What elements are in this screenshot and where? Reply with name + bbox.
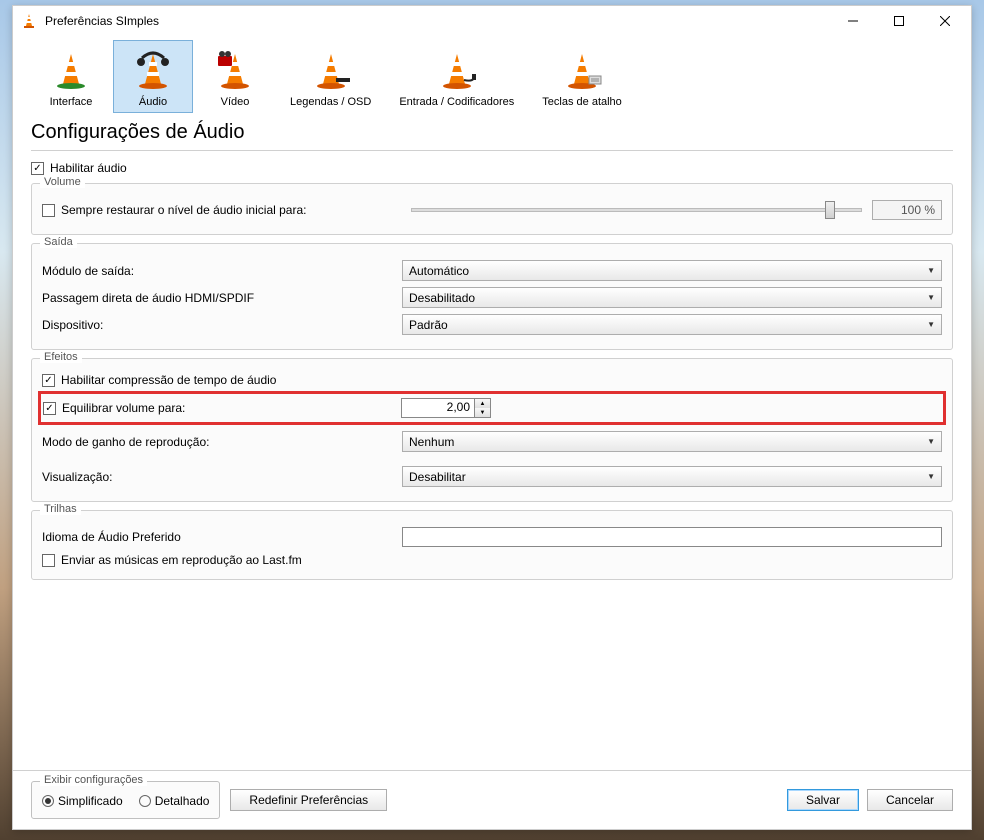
show-settings-group: Exibir configurações Simplificado Detalh… xyxy=(31,781,220,819)
tab-label: Entrada / Codificadores xyxy=(399,96,514,108)
tab-hotkeys[interactable]: Teclas de atalho xyxy=(529,40,635,113)
output-module-label: Módulo de saída: xyxy=(42,264,402,278)
visualization-dropdown[interactable]: Desabilitar xyxy=(402,466,942,487)
visualization-label: Visualização: xyxy=(42,470,402,484)
passthrough-dropdown[interactable]: Desabilitado xyxy=(402,287,942,308)
video-cone-icon xyxy=(211,47,259,95)
group-title: Trilhas xyxy=(40,503,81,515)
lastfm-label: Enviar as músicas em reprodução ao Last.… xyxy=(61,553,302,567)
device-dropdown[interactable]: Padrão xyxy=(402,314,942,335)
titlebar: Preferências SImples xyxy=(13,6,971,36)
normalize-spinner[interactable]: 2,00 ▲ ▼ xyxy=(401,398,491,418)
group-title: Efeitos xyxy=(40,351,82,363)
group-title: Volume xyxy=(40,176,85,188)
minimize-button[interactable] xyxy=(839,11,867,31)
enable-audio-checkbox[interactable]: ✓ xyxy=(31,162,44,175)
tab-label: Legendas / OSD xyxy=(290,96,371,108)
volume-slider[interactable] xyxy=(411,208,862,212)
window-controls xyxy=(839,11,959,31)
device-label: Dispositivo: xyxy=(42,318,402,332)
tab-audio[interactable]: Áudio xyxy=(113,40,193,113)
close-button[interactable] xyxy=(931,11,959,31)
spinner-up-icon[interactable]: ▲ xyxy=(475,399,490,408)
window-title: Preferências SImples xyxy=(45,14,839,28)
preferred-lang-label: Idioma de Áudio Preferido xyxy=(42,530,402,544)
time-stretch-checkbox[interactable]: ✓ xyxy=(42,374,55,387)
output-group: Saída Módulo de saída: Automático Passag… xyxy=(31,243,953,350)
effects-group: Efeitos ✓ Habilitar compressão de tempo … xyxy=(31,358,953,502)
content-area: Configurações de Áudio ✓ Habilitar áudio… xyxy=(13,113,971,770)
tab-interface[interactable]: Interface xyxy=(31,40,111,113)
category-tabs: Interface Áudio Vídeo Legendas / OSD Ent… xyxy=(13,36,971,113)
replay-gain-label: Modo de ganho de reprodução: xyxy=(42,435,402,449)
cancel-button[interactable]: Cancelar xyxy=(867,789,953,811)
tab-label: Interface xyxy=(50,96,93,108)
passthrough-label: Passagem direta de áudio HDMI/SPDIF xyxy=(42,291,402,305)
replay-gain-dropdown[interactable]: Nenhum xyxy=(402,431,942,452)
restore-volume-checkbox[interactable] xyxy=(42,204,55,217)
restore-volume-label: Sempre restaurar o nível de áudio inicia… xyxy=(61,203,401,217)
enable-audio-label: Habilitar áudio xyxy=(50,161,127,175)
reset-button[interactable]: Redefinir Preferências xyxy=(230,789,387,811)
audio-cone-icon xyxy=(129,47,177,95)
time-stretch-label: Habilitar compressão de tempo de áudio xyxy=(61,373,276,387)
normalize-checkbox[interactable]: ✓ xyxy=(43,402,56,415)
output-module-dropdown[interactable]: Automático xyxy=(402,260,942,281)
lastfm-checkbox[interactable] xyxy=(42,554,55,567)
tab-label: Áudio xyxy=(139,96,167,108)
tracks-group: Trilhas Idioma de Áudio Preferido Enviar… xyxy=(31,510,953,580)
input-cone-icon xyxy=(433,47,481,95)
show-settings-title: Exibir configurações xyxy=(40,774,147,786)
normalize-value: 2,00 xyxy=(402,399,474,417)
preferences-window: Preferências SImples Interface Áudio Víd… xyxy=(12,5,972,830)
volume-group: Volume Sempre restaurar o nível de áudio… xyxy=(31,183,953,235)
detailed-label: Detalhado xyxy=(155,794,210,808)
tab-label: Teclas de atalho xyxy=(542,96,622,108)
tab-subtitles[interactable]: Legendas / OSD xyxy=(277,40,384,113)
save-button[interactable]: Salvar xyxy=(787,789,859,811)
maximize-button[interactable] xyxy=(885,11,913,31)
interface-cone-icon xyxy=(47,47,95,95)
simple-label: Simplificado xyxy=(58,794,123,808)
tab-label: Vídeo xyxy=(221,96,250,108)
highlighted-normalize-row: ✓ Equilibrar volume para: 2,00 ▲ ▼ xyxy=(38,391,946,425)
spinner-down-icon[interactable]: ▼ xyxy=(475,408,490,417)
normalize-label: Equilibrar volume para: xyxy=(62,401,401,415)
subtitles-cone-icon xyxy=(307,47,355,95)
vlc-cone-icon xyxy=(21,13,37,29)
group-title: Saída xyxy=(40,236,77,248)
volume-percent: 100 % xyxy=(872,200,942,220)
footer: Exibir configurações Simplificado Detalh… xyxy=(13,770,971,829)
enable-audio-row: ✓ Habilitar áudio xyxy=(31,161,953,175)
preferred-lang-input[interactable] xyxy=(402,527,942,547)
page-title: Configurações de Áudio xyxy=(31,119,953,151)
tab-input[interactable]: Entrada / Codificadores xyxy=(386,40,527,113)
detailed-radio[interactable] xyxy=(139,795,151,807)
simple-radio[interactable] xyxy=(42,795,54,807)
tab-video[interactable]: Vídeo xyxy=(195,40,275,113)
hotkeys-cone-icon xyxy=(558,47,606,95)
